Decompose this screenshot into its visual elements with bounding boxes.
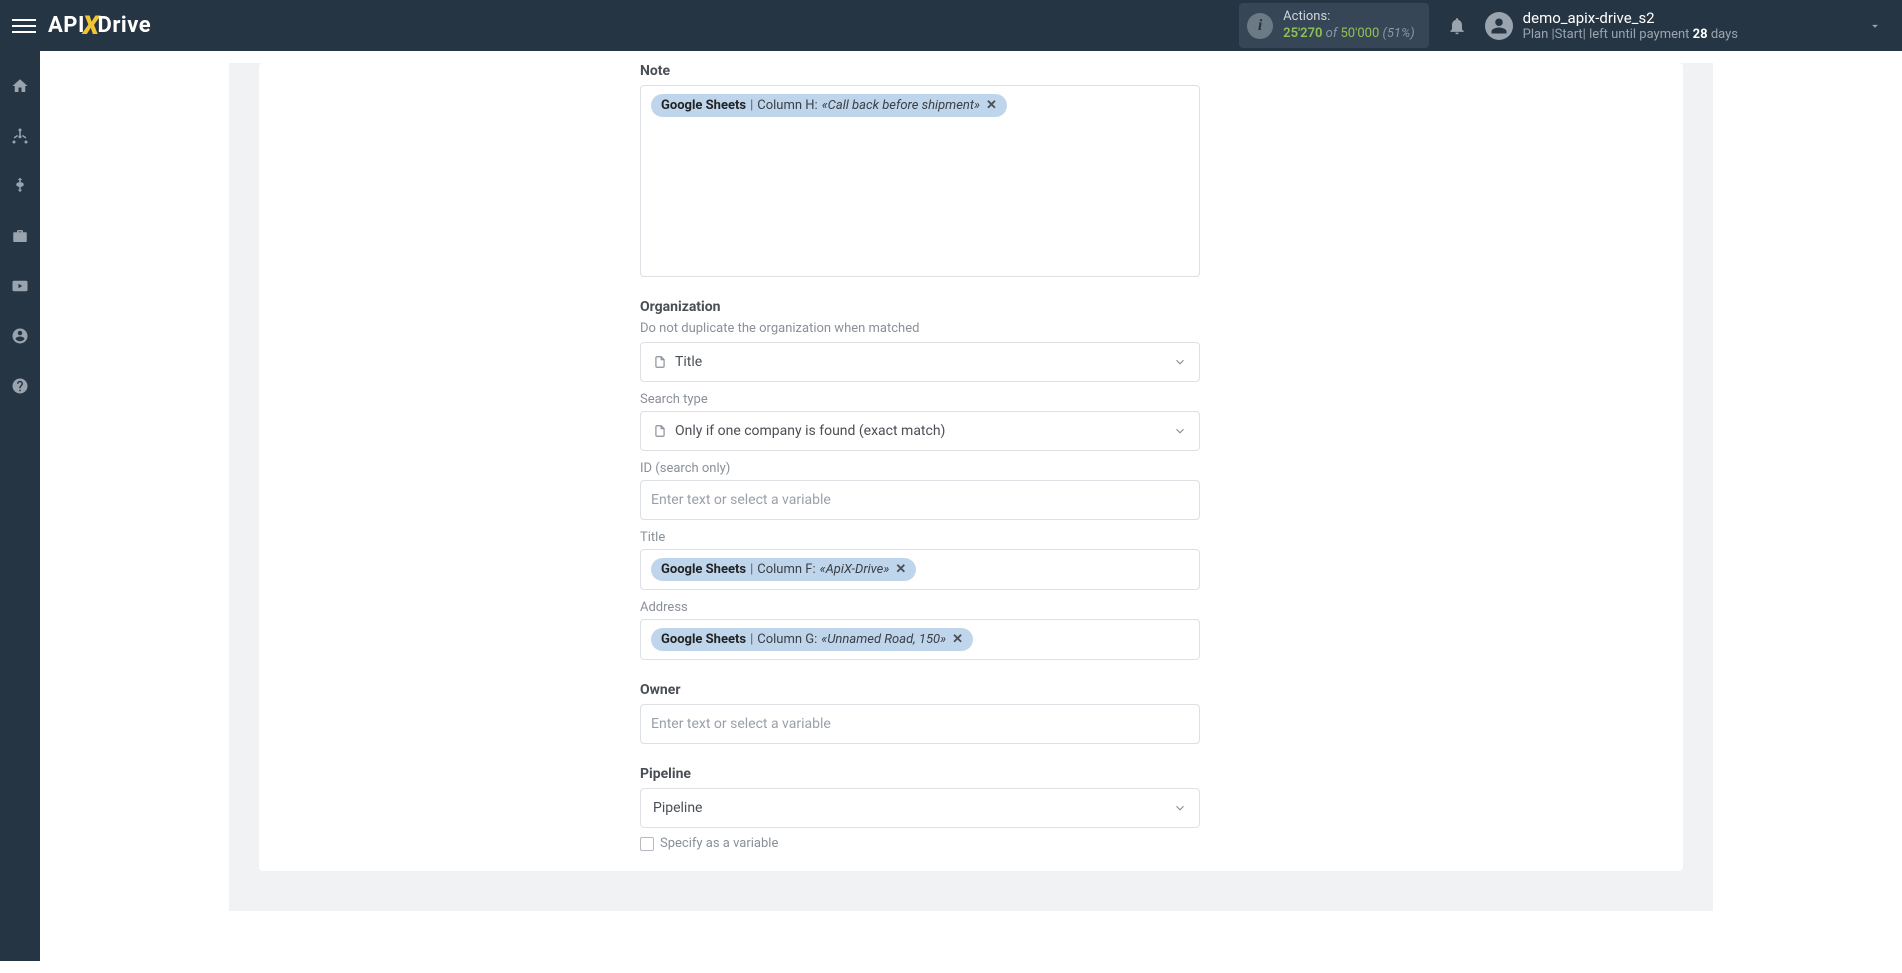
chip-separator: | bbox=[750, 98, 753, 113]
actions-used: 25'270 bbox=[1283, 26, 1322, 41]
checkbox-icon bbox=[640, 837, 654, 851]
chip-value: «Unnamed Road, 150» bbox=[821, 632, 946, 647]
search-type-label: Search type bbox=[640, 392, 1200, 407]
actions-label: Actions: bbox=[1283, 9, 1415, 25]
user-name: demo_apix-drive_s2 bbox=[1523, 9, 1738, 27]
chip-source: Google Sheets bbox=[661, 562, 746, 577]
chevron-down-icon bbox=[1173, 424, 1187, 438]
avatar-icon bbox=[1485, 12, 1513, 40]
chevron-down-icon bbox=[1173, 801, 1187, 815]
info-icon: i bbox=[1247, 13, 1273, 39]
sidebar-help[interactable] bbox=[0, 371, 40, 401]
pipeline-value: Pipeline bbox=[653, 800, 703, 816]
inner-panel: Note Google Sheets | Column H: «Call bac… bbox=[259, 63, 1683, 871]
notifications-icon[interactable] bbox=[1447, 16, 1467, 36]
chip-source: Google Sheets bbox=[661, 632, 746, 647]
search-type-value: Only if one company is found (exact matc… bbox=[675, 423, 945, 439]
sidebar bbox=[0, 51, 40, 961]
id-label: ID (search only) bbox=[640, 461, 1200, 476]
actions-text: Actions: 25'270 of 50'000 (51%) bbox=[1283, 9, 1415, 42]
organization-heading: Organization bbox=[640, 299, 1200, 315]
pipeline-heading: Pipeline bbox=[640, 766, 1200, 782]
chip-value: «ApiX-Drive» bbox=[820, 562, 890, 577]
user-text: demo_apix-drive_s2 Plan |Start| left unt… bbox=[1523, 9, 1738, 43]
chip-column: Column F: bbox=[757, 562, 815, 577]
organization-match-select[interactable]: Title bbox=[640, 342, 1200, 382]
owner-field[interactable]: Enter text or select a variable bbox=[640, 704, 1200, 744]
id-placeholder: Enter text or select a variable bbox=[651, 492, 831, 508]
pipeline-select[interactable]: Pipeline bbox=[640, 788, 1200, 828]
sidebar-briefcase[interactable] bbox=[0, 221, 40, 251]
sidebar-video[interactable] bbox=[0, 271, 40, 301]
title-chip[interactable]: Google Sheets | Column F: «ApiX-Drive» ✕ bbox=[651, 558, 916, 581]
form-column: Note Google Sheets | Column H: «Call bac… bbox=[640, 63, 1200, 871]
actions-total: 50'000 bbox=[1340, 26, 1379, 41]
sidebar-billing[interactable] bbox=[0, 171, 40, 201]
note-field[interactable]: Google Sheets | Column H: «Call back bef… bbox=[640, 85, 1200, 277]
chip-column: Column G: bbox=[757, 632, 817, 647]
actions-counter[interactable]: i Actions: 25'270 of 50'000 (51%) bbox=[1239, 3, 1429, 48]
pipeline-variable-checkbox[interactable]: Specify as a variable bbox=[640, 836, 1200, 851]
sidebar-account[interactable] bbox=[0, 321, 40, 351]
logo-part-drive: Drive bbox=[98, 13, 152, 38]
document-icon bbox=[653, 355, 667, 369]
chevron-down-icon bbox=[1173, 355, 1187, 369]
chip-value: «Call back before shipment» bbox=[822, 98, 980, 113]
search-type-select[interactable]: Only if one company is found (exact matc… bbox=[640, 411, 1200, 451]
user-menu[interactable]: demo_apix-drive_s2 Plan |Start| left unt… bbox=[1485, 9, 1890, 43]
chip-remove-icon[interactable]: ✕ bbox=[986, 98, 997, 113]
address-chip[interactable]: Google Sheets | Column G: «Unnamed Road,… bbox=[651, 628, 973, 651]
logo[interactable]: API X Drive bbox=[48, 11, 151, 41]
chip-separator: | bbox=[750, 562, 753, 577]
menu-toggle[interactable] bbox=[12, 14, 36, 38]
main-area: Note Google Sheets | Column H: «Call bac… bbox=[40, 63, 1902, 973]
note-chip[interactable]: Google Sheets | Column H: «Call back bef… bbox=[651, 94, 1007, 117]
chip-separator: | bbox=[750, 632, 753, 647]
app-header: API X Drive i Actions: 25'270 of 50'000 … bbox=[0, 0, 1902, 51]
chip-remove-icon[interactable]: ✕ bbox=[952, 632, 963, 647]
logo-part-api: API bbox=[48, 13, 85, 38]
actions-pct: (51%) bbox=[1383, 26, 1415, 41]
title-label: Title bbox=[640, 530, 1200, 545]
organization-match-value: Title bbox=[675, 354, 702, 370]
outer-panel: Note Google Sheets | Column H: «Call bac… bbox=[229, 63, 1713, 911]
sidebar-home[interactable] bbox=[0, 71, 40, 101]
chip-remove-icon[interactable]: ✕ bbox=[895, 562, 906, 577]
address-label: Address bbox=[640, 600, 1200, 615]
organization-sub: Do not duplicate the organization when m… bbox=[640, 321, 1200, 336]
id-field[interactable]: Enter text or select a variable bbox=[640, 480, 1200, 520]
title-field[interactable]: Google Sheets | Column F: «ApiX-Drive» ✕ bbox=[640, 549, 1200, 590]
pipeline-checkbox-label: Specify as a variable bbox=[660, 836, 778, 851]
chip-source: Google Sheets bbox=[661, 98, 746, 113]
user-plan: Plan |Start| left until payment 28 days bbox=[1523, 27, 1738, 43]
owner-heading: Owner bbox=[640, 682, 1200, 698]
owner-placeholder: Enter text or select a variable bbox=[651, 716, 831, 732]
sidebar-connections[interactable] bbox=[0, 121, 40, 151]
address-field[interactable]: Google Sheets | Column G: «Unnamed Road,… bbox=[640, 619, 1200, 660]
document-icon bbox=[653, 424, 667, 438]
actions-of: of bbox=[1326, 26, 1338, 41]
chevron-down-icon bbox=[1748, 19, 1890, 33]
chip-column: Column H: bbox=[757, 98, 817, 113]
note-heading: Note bbox=[640, 63, 1200, 79]
